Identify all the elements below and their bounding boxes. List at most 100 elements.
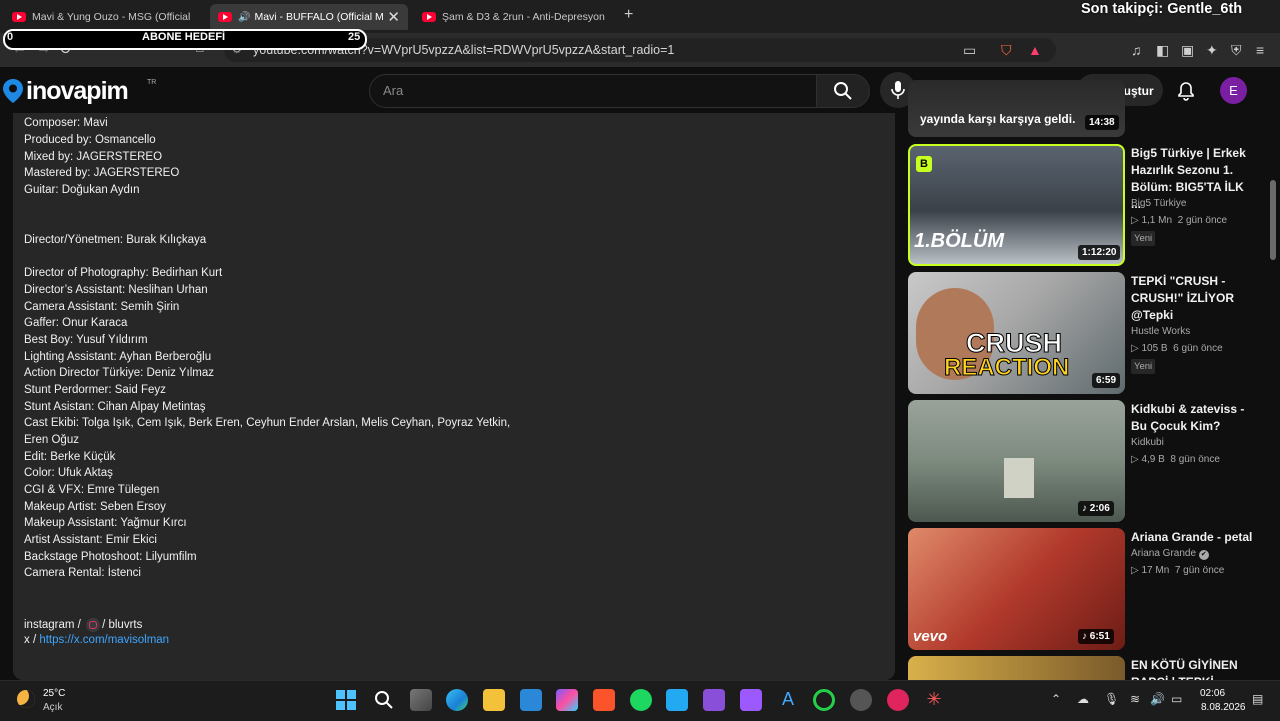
- store-icon[interactable]: [520, 689, 542, 711]
- menu-icon[interactable]: ≡: [1256, 42, 1264, 58]
- stream-follower-overlay: Son takipçi: Gentle_6th: [1081, 1, 1243, 17]
- page-scrollbar[interactable]: [1268, 70, 1276, 680]
- vs-preview-icon[interactable]: [740, 689, 762, 711]
- vpn-icon[interactable]: ⛨: [1231, 42, 1242, 59]
- battery-icon[interactable]: ▭: [1171, 692, 1182, 706]
- upload-age: 7 gün önce: [1174, 565, 1225, 576]
- browser-tab-1[interactable]: Mavi & Yung Ouzo - MSG (Official V: [0, 4, 205, 30]
- search-icon[interactable]: [373, 689, 395, 711]
- credit-line: CGI & VFX: Emre Tülegen: [24, 484, 160, 496]
- channel-name[interactable]: Ariana Grande ✔: [1131, 548, 1209, 560]
- video-thumbnail[interactable]: [908, 656, 1125, 680]
- cast-icon[interactable]: ▭: [963, 42, 976, 59]
- weather-condition: Açık: [43, 702, 63, 713]
- logo-text: inovapim: [26, 76, 129, 105]
- start-icon[interactable]: [335, 689, 357, 711]
- video-title[interactable]: Ariana Grande - petal: [1131, 529, 1253, 546]
- credit-line: Guitar: Doğukan Aydın: [24, 184, 140, 196]
- task-view-icon[interactable]: [410, 689, 432, 711]
- youtube-favicon-icon: [218, 12, 232, 22]
- new-tab-button[interactable]: +: [624, 6, 633, 24]
- x-profile-link[interactable]: https://x.com/mavisolman: [39, 634, 169, 646]
- scrollbar-thumb[interactable]: [1270, 180, 1276, 260]
- show-hidden-icons[interactable]: ⌃: [1051, 692, 1061, 706]
- goal-label: ABONE HEDEFİ: [142, 31, 226, 43]
- search-button[interactable]: [816, 74, 870, 108]
- visual-studio-icon[interactable]: [703, 689, 725, 711]
- search-placeholder: Ara: [383, 83, 404, 98]
- view-count: ▷ 17 Mn: [1131, 565, 1170, 576]
- video-title-partial: yayında karşı karşıya geldi.: [920, 112, 1076, 126]
- search-input[interactable]: [369, 74, 818, 108]
- file-explorer-icon[interactable]: [483, 689, 505, 711]
- volume-icon[interactable]: 🔊: [1150, 692, 1165, 706]
- channel-name[interactable]: Big5 Türkiye: [1131, 198, 1186, 209]
- video-duration: 6:59: [1092, 373, 1121, 388]
- notification-icon[interactable]: ▤: [1252, 692, 1263, 706]
- brave-shields-icon[interactable]: ⛉: [1001, 42, 1012, 59]
- channel-name[interactable]: Kidkubi: [1131, 437, 1164, 448]
- credit-line: Gaffer: Onur Karaca: [24, 317, 128, 329]
- vscode-icon[interactable]: [666, 689, 688, 711]
- browser-tab-3[interactable]: Şam & D3 & 2run - Anti-Depresyon: [410, 4, 618, 30]
- youtube-favicon-icon: [422, 12, 436, 22]
- wallet-icon[interactable]: ▣: [1181, 42, 1194, 59]
- credit-line: Cast Ekibi: Tolga Işık, Cem Işık, Berk E…: [24, 417, 511, 429]
- brave-rewards-icon[interactable]: ▲: [1028, 42, 1042, 58]
- credit-line: Mixed by: JAGERSTEREO: [24, 151, 163, 163]
- credit-line: Director of Photography: Bedirhan Kurt: [24, 267, 223, 279]
- xbox-icon[interactable]: [813, 689, 835, 711]
- credit-line: Eren Oğuz: [24, 434, 79, 446]
- ai-assistant-icon[interactable]: ✦: [1206, 42, 1218, 59]
- edge-icon[interactable]: [446, 689, 468, 711]
- credit-line: Backstage Photoshoot: Lilyumfilm: [24, 551, 197, 563]
- upload-age: 6 gün önce: [1173, 343, 1223, 354]
- spotify-icon[interactable]: [630, 689, 652, 711]
- sidebar-toggle-icon[interactable]: ◧: [1156, 42, 1169, 59]
- video-title[interactable]: EN KÖTÜ GİYİNEN RAPÇİ | TEPKİ: [1131, 657, 1253, 680]
- video-meta: ▷ 17 Mn 7 gün önce: [1131, 565, 1224, 576]
- credit-line: Director’s Assistant: Neslihan Urhan: [24, 284, 208, 296]
- video-duration: 14:38: [1085, 115, 1119, 130]
- weather-temperature[interactable]: 25°C: [43, 688, 65, 699]
- browser-tab-2-active[interactable]: 🔊 Mavi - BUFFALO (Official Mus ✕: [210, 4, 408, 30]
- logo[interactable]: inovapim: [2, 74, 129, 108]
- goal-max: 25: [348, 31, 361, 43]
- channel-name[interactable]: Hustle Works: [1131, 326, 1190, 337]
- record-icon[interactable]: [887, 689, 909, 711]
- country-code: TR: [147, 79, 157, 86]
- video-meta: ▷ 105 B 6 gün önce: [1131, 343, 1223, 354]
- avatar[interactable]: E: [1220, 77, 1247, 104]
- weather-moon-icon[interactable]: [17, 690, 35, 708]
- microphone-icon[interactable]: 🎙: [1104, 692, 1119, 706]
- video-title[interactable]: TEPKİ "CRUSH - CRUSH!" İZLİYOR @Tepki: [1131, 273, 1253, 324]
- brave-icon[interactable]: [593, 689, 615, 711]
- onedrive-icon[interactable]: ☁: [1077, 692, 1089, 706]
- instagram-handle-link[interactable]: / bluvrts: [102, 619, 142, 631]
- instagram-icon[interactable]: [86, 618, 101, 632]
- app-a-icon[interactable]: A: [777, 689, 799, 711]
- audio-playing-icon[interactable]: 🔊: [238, 12, 250, 23]
- view-count: ▷ 4,9 B: [1131, 454, 1165, 465]
- credit-line: Lighting Assistant: Ayhan Berberoğlu: [24, 351, 212, 363]
- obs-icon[interactable]: [850, 689, 872, 711]
- tab-close-icon[interactable]: ✕: [387, 8, 400, 26]
- credit-line: Makeup Artist: Seben Ersoy: [24, 501, 166, 513]
- clock-date[interactable]: 8.08.2026: [1201, 702, 1246, 713]
- wifi-icon[interactable]: ≋: [1130, 692, 1140, 706]
- credit-line: Stunt Perdormer: Said Feyz: [24, 384, 166, 396]
- video-description: [13, 113, 895, 680]
- notifications-bell-icon[interactable]: [1177, 81, 1195, 101]
- credit-line: Mastered by: JAGERSTEREO: [24, 167, 180, 179]
- video-title[interactable]: Kidkubi & zateviss - Bu Çocuk Kim?: [1131, 401, 1253, 435]
- x-prefix: x /: [24, 634, 37, 646]
- view-count: ▷ 105 B: [1131, 343, 1168, 354]
- media-icon[interactable]: ♫: [1131, 42, 1142, 58]
- video-duration: ♪ 6:51: [1078, 629, 1114, 644]
- m365-icon[interactable]: [556, 689, 578, 711]
- clock-time[interactable]: 02:06: [1200, 688, 1225, 699]
- credit-line: Best Boy: Yusuf Yıldırım: [24, 334, 148, 346]
- credit-line: Color: Ufuk Aktaş: [24, 467, 113, 479]
- tab-title: Mavi & Yung Ouzo - MSG (Official V: [32, 11, 192, 23]
- app-spark-icon[interactable]: ✳: [923, 689, 945, 711]
